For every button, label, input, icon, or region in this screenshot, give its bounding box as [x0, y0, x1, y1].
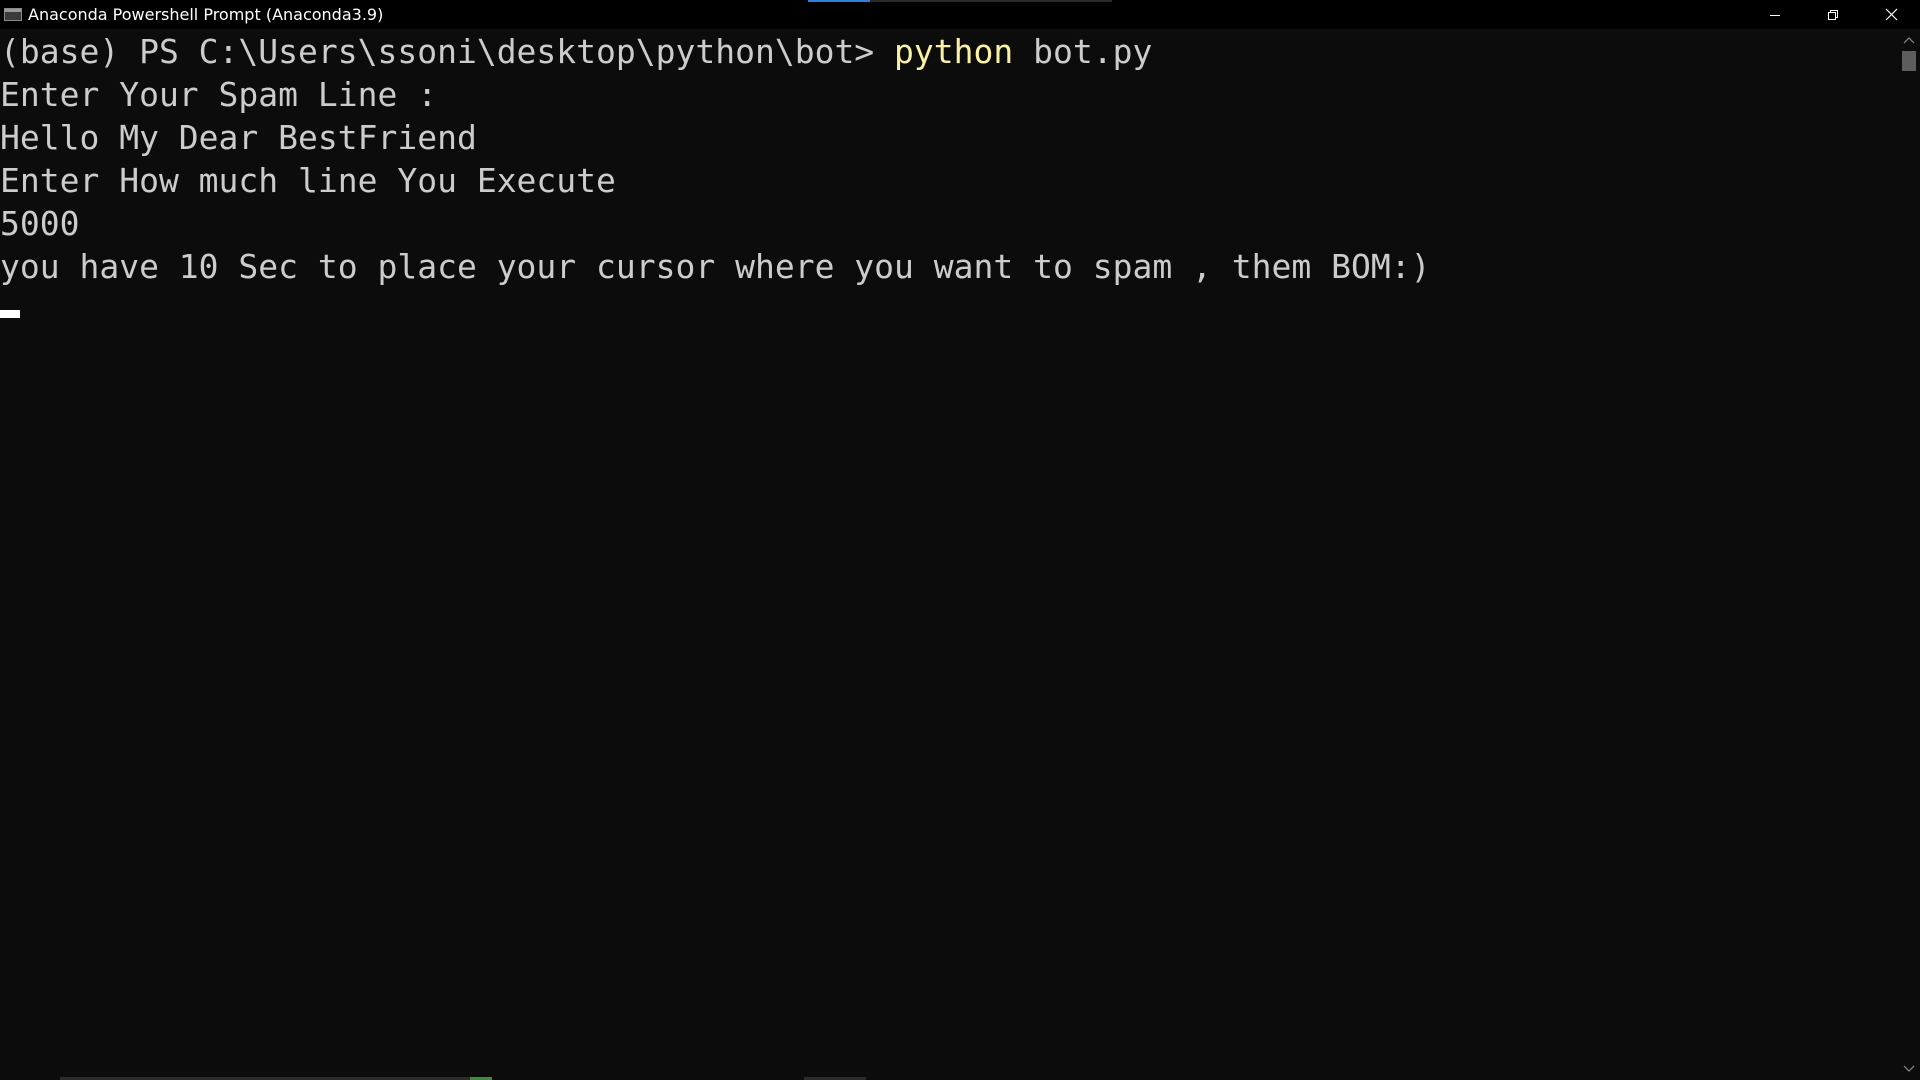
prompt-path: (base) PS C:\Users\ssoni\desktop\python\… — [0, 32, 895, 71]
terminal-window: Anaconda Powershell Prompt (Anaconda3.9) — [0, 0, 1920, 1080]
restore-icon — [1828, 9, 1838, 20]
terminal-output[interactable]: (base) PS C:\Users\ssoni\desktop\python\… — [0, 29, 1898, 1080]
chevron-down-icon — [1903, 1065, 1915, 1072]
vertical-scrollbar[interactable] — [1898, 29, 1920, 1080]
scroll-up-button[interactable] — [1898, 31, 1920, 49]
command-args: bot.py — [1013, 32, 1153, 71]
title-bar[interactable]: Anaconda Powershell Prompt (Anaconda3.9) — [0, 0, 1920, 29]
chevron-up-icon — [1903, 37, 1915, 44]
minimize-icon — [1770, 14, 1780, 16]
scroll-down-button[interactable] — [1898, 1060, 1920, 1078]
output-line: Enter Your Spam Line : — [0, 75, 438, 114]
command-name: python — [894, 32, 1014, 71]
restore-button[interactable] — [1804, 0, 1862, 29]
scroll-thumb[interactable] — [1902, 51, 1916, 71]
title-accent-highlight — [808, 0, 870, 2]
window-title: Anaconda Powershell Prompt (Anaconda3.9) — [28, 5, 384, 24]
terminal-app-icon[interactable] — [4, 8, 22, 21]
output-line: Hello My Dear BestFriend — [0, 118, 477, 157]
output-line: 5000 — [0, 204, 80, 243]
output-line: Enter How much line You Execute — [0, 161, 616, 200]
minimize-button[interactable] — [1746, 0, 1804, 29]
cursor-line — [0, 288, 1898, 331]
prompt-line: (base) PS C:\Users\ssoni\desktop\python\… — [0, 30, 1898, 73]
close-button[interactable] — [1862, 0, 1920, 29]
text-cursor — [0, 310, 20, 318]
window-controls — [1746, 0, 1920, 29]
close-icon — [1885, 8, 1897, 21]
output-line: you have 10 Sec to place your cursor whe… — [0, 247, 1431, 286]
